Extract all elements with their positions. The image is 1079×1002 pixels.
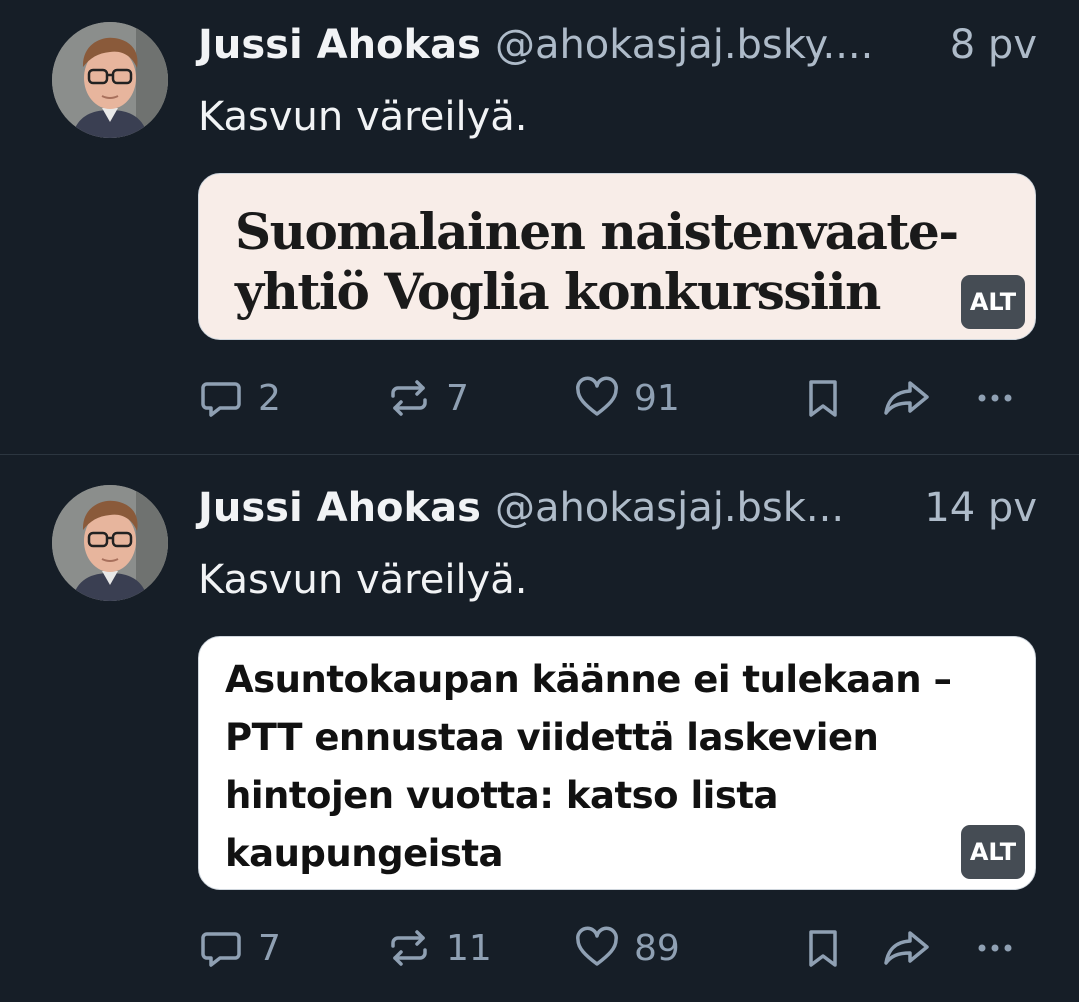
post-text: Kasvun väreilyä.: [198, 94, 528, 140]
bookmark-icon: [809, 380, 837, 417]
author-name[interactable]: Jussi Ahokas: [198, 22, 481, 68]
reply-count: 7: [258, 927, 281, 969]
repost-button[interactable]: 11: [386, 923, 492, 973]
bookmark-button[interactable]: [800, 923, 846, 973]
like-count: 91: [634, 377, 680, 419]
repost-count: 7: [446, 377, 469, 419]
repost-icon: [391, 380, 427, 416]
post-actions: 2 7 91: [198, 373, 1038, 423]
alt-badge[interactable]: ALT: [961, 275, 1025, 329]
post-age[interactable]: 8 pv: [950, 22, 1037, 68]
post-age[interactable]: 14 pv: [924, 485, 1037, 531]
post-header: Jussi Ahokas @ahokasjaj.bsky.... 8 pv: [198, 22, 1037, 74]
more-options-button[interactable]: [972, 923, 1018, 973]
avatar[interactable]: [52, 22, 168, 138]
share-button[interactable]: [882, 373, 932, 423]
post-text: Kasvun väreilyä.: [198, 557, 528, 603]
more-icon: [978, 944, 1012, 952]
embed-headline: Asuntokaupan käänne ei tulekaan – PTT en…: [225, 658, 952, 875]
embed-headline: Suomalainen naistenvaate-yhtiö Voglia ko…: [235, 202, 959, 321]
bookmark-button[interactable]: [800, 373, 846, 423]
image-embed[interactable]: Asuntokaupan käänne ei tulekaan – PTT en…: [198, 636, 1036, 890]
post-actions: 7 11 89: [198, 923, 1038, 973]
repost-button[interactable]: 7: [386, 373, 469, 423]
post[interactable]: Jussi Ahokas @ahokasjaj.bsk... 14 pv Kas…: [0, 455, 1079, 1002]
post[interactable]: Jussi Ahokas @ahokasjaj.bsky.... 8 pv Ka…: [0, 0, 1079, 454]
bookmark-icon: [809, 930, 837, 967]
like-button[interactable]: 91: [574, 373, 680, 423]
reply-button[interactable]: 7: [198, 923, 281, 973]
heart-icon: [576, 376, 618, 416]
alt-badge[interactable]: ALT: [961, 825, 1025, 879]
like-button[interactable]: 89: [574, 923, 680, 973]
reply-count: 2: [258, 377, 281, 419]
more-icon: [978, 394, 1012, 402]
share-arrow-icon: [884, 931, 929, 965]
image-embed[interactable]: Suomalainen naistenvaate-yhtiö Voglia ko…: [198, 173, 1036, 340]
avatar[interactable]: [52, 485, 168, 601]
reply-icon: [201, 382, 241, 417]
share-button[interactable]: [882, 923, 932, 973]
repost-count: 11: [446, 927, 492, 969]
author-name[interactable]: Jussi Ahokas: [198, 485, 481, 531]
repost-icon: [391, 930, 427, 966]
reply-button[interactable]: 2: [198, 373, 281, 423]
post-header: Jussi Ahokas @ahokasjaj.bsk... 14 pv: [198, 485, 1037, 537]
heart-icon: [576, 926, 618, 966]
share-arrow-icon: [884, 381, 929, 415]
like-count: 89: [634, 927, 680, 969]
author-handle[interactable]: @ahokasjaj.bsk...: [495, 485, 910, 531]
more-options-button[interactable]: [972, 373, 1018, 423]
author-handle[interactable]: @ahokasjaj.bsky....: [495, 22, 936, 68]
reply-icon: [201, 932, 241, 967]
